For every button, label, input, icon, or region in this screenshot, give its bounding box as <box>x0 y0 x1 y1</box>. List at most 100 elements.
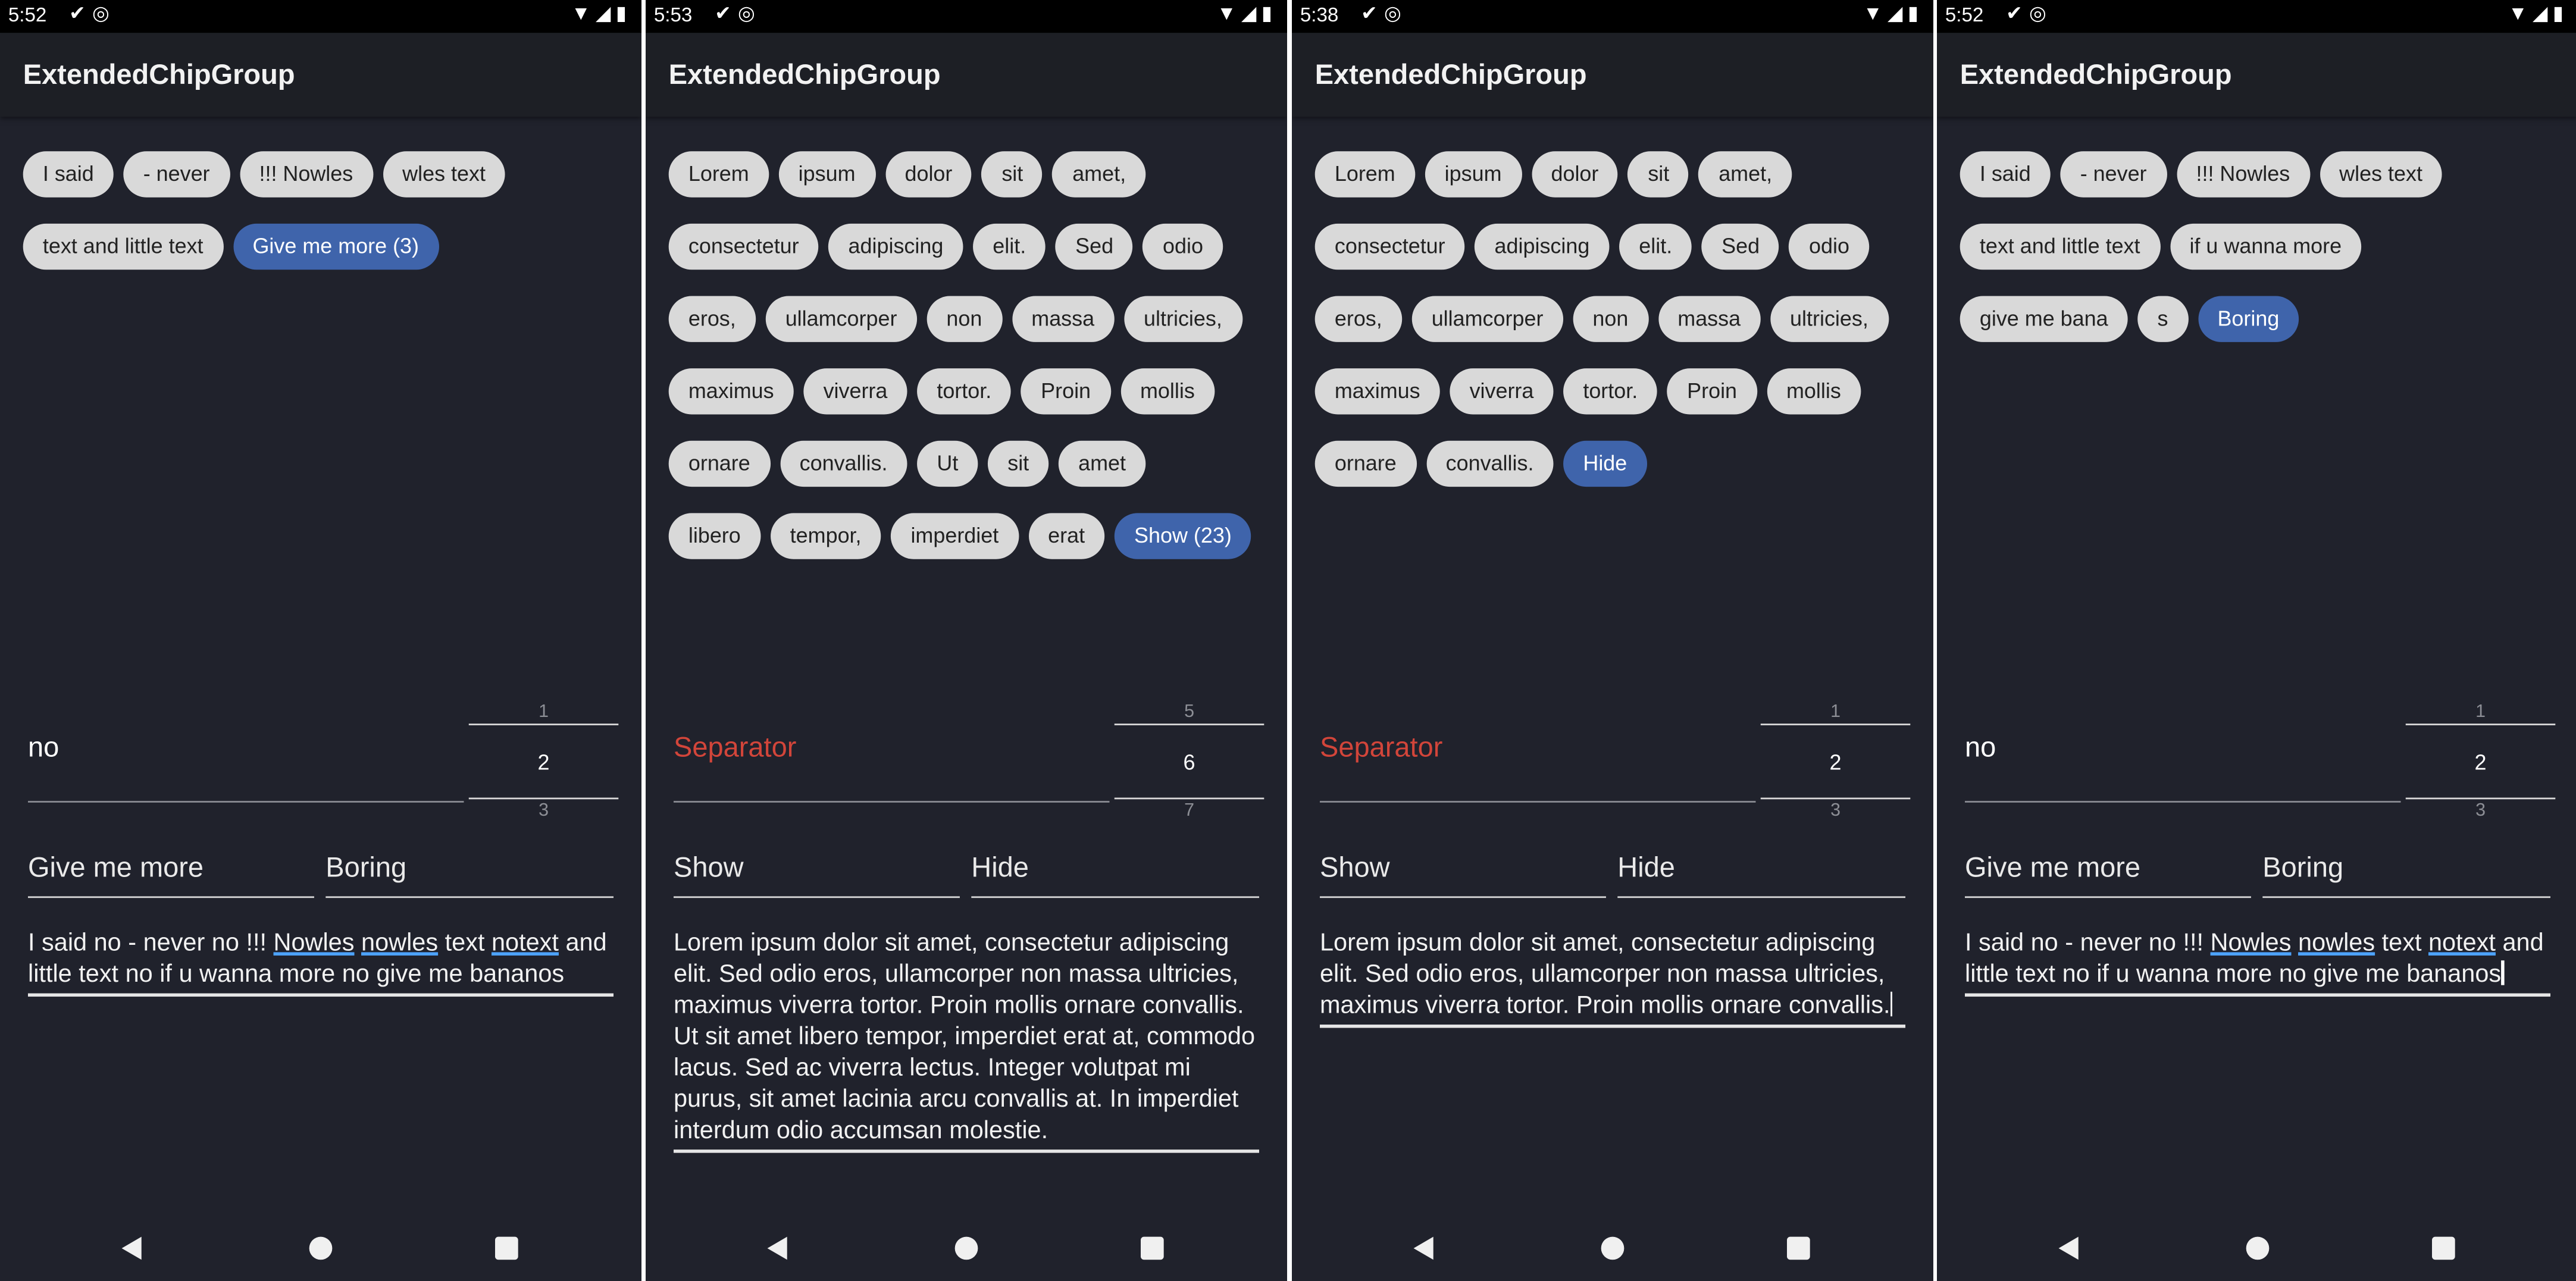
chip[interactable]: ultricies, <box>1123 296 1242 342</box>
chip[interactable]: imperdiet <box>891 513 1019 559</box>
chip[interactable]: Sed <box>1055 223 1134 270</box>
chip[interactable]: Lorem <box>1314 151 1415 198</box>
chip[interactable]: wles text <box>2319 151 2443 198</box>
chip[interactable]: ultricies, <box>1770 296 1889 342</box>
chip[interactable]: eros, <box>1314 296 1402 342</box>
chip[interactable]: consectetur <box>1314 223 1465 270</box>
less-label-input[interactable]: Hide <box>1617 852 1906 898</box>
expand-toggle-chip[interactable]: Give me more (3) <box>233 223 439 270</box>
source-text-input[interactable]: Lorem ipsum dolor sit amet, consectetur … <box>673 928 1260 1153</box>
recents-icon[interactable] <box>2431 1236 2455 1260</box>
chip[interactable]: ipsum <box>778 151 875 198</box>
chip[interactable]: odio <box>1789 223 1870 270</box>
separator-input[interactable]: no <box>27 732 464 803</box>
home-icon[interactable] <box>954 1236 978 1260</box>
chip[interactable]: text and little text <box>23 223 223 270</box>
chip[interactable]: libero <box>668 513 760 559</box>
chip[interactable]: sit <box>1628 151 1689 198</box>
chip[interactable]: massa <box>1012 296 1115 342</box>
chip[interactable]: maximus <box>1314 368 1440 415</box>
picker-next[interactable]: 3 <box>2406 801 2556 820</box>
expand-toggle-chip[interactable]: Show (23) <box>1114 513 1251 559</box>
chip[interactable]: dolor <box>885 151 972 198</box>
back-icon[interactable] <box>767 1236 787 1260</box>
chip[interactable]: elit. <box>973 223 1046 270</box>
source-text-input[interactable]: I said no - never no !!! Nowles nowles t… <box>1964 928 2551 997</box>
chip[interactable]: Lorem <box>668 151 769 198</box>
chip[interactable]: odio <box>1143 223 1223 270</box>
picker-prev[interactable]: 1 <box>469 702 619 722</box>
chip[interactable]: elit. <box>1619 223 1692 270</box>
chip[interactable]: Ut <box>917 440 978 487</box>
chip[interactable]: consectetur <box>668 223 819 270</box>
chip[interactable]: mollis <box>1766 368 1861 415</box>
back-icon[interactable] <box>121 1236 142 1260</box>
less-label-input[interactable]: Hide <box>971 852 1260 898</box>
chip[interactable]: !!! Nowles <box>2176 151 2310 198</box>
chip[interactable]: amet, <box>1053 151 1146 198</box>
number-picker[interactable]: 1 2 3 <box>1760 697 1911 829</box>
chip[interactable]: Sed <box>1701 223 1780 270</box>
chip[interactable]: - never <box>2060 151 2167 198</box>
more-label-input[interactable]: Show <box>1319 852 1606 898</box>
recents-icon[interactable] <box>494 1236 518 1260</box>
chip[interactable]: amet <box>1058 440 1146 487</box>
chip[interactable]: adipiscing <box>1475 223 1610 270</box>
chip[interactable]: ornare <box>668 440 770 487</box>
number-picker[interactable]: 5 6 7 <box>1114 697 1264 829</box>
more-label-input[interactable]: Give me more <box>27 852 314 898</box>
number-picker[interactable]: 1 2 3 <box>468 697 619 829</box>
chip[interactable]: viverra <box>803 368 907 415</box>
home-icon[interactable] <box>2246 1236 2270 1260</box>
chip[interactable]: tortor. <box>917 368 1012 415</box>
expand-toggle-chip[interactable]: Boring <box>2198 296 2299 342</box>
chip[interactable]: ullamcorper <box>1411 296 1563 342</box>
number-picker[interactable]: 1 2 3 <box>2405 697 2556 829</box>
chip[interactable]: convallis. <box>780 440 907 487</box>
picker-prev[interactable]: 1 <box>1761 702 1911 722</box>
recents-icon[interactable] <box>1786 1236 1810 1260</box>
chip[interactable]: text and little text <box>1960 223 2160 270</box>
home-icon[interactable] <box>309 1236 333 1260</box>
chip[interactable]: wles text <box>382 151 506 198</box>
chip[interactable]: dolor <box>1531 151 1619 198</box>
chip[interactable]: mollis <box>1120 368 1215 415</box>
chip[interactable]: if u wanna more <box>2170 223 2362 270</box>
separator-input[interactable]: Separator <box>673 732 1110 803</box>
more-label-input[interactable]: Show <box>673 852 960 898</box>
chip[interactable]: adipiscing <box>828 223 963 270</box>
source-text-input[interactable]: Lorem ipsum dolor sit amet, consectetur … <box>1319 928 1906 1028</box>
chip[interactable]: I said <box>23 151 114 198</box>
picker-next[interactable]: 3 <box>469 801 619 820</box>
chip[interactable]: massa <box>1658 296 1761 342</box>
chip[interactable]: non <box>1573 296 1648 342</box>
chip[interactable]: Proin <box>1667 368 1757 415</box>
chip[interactable]: erat <box>1028 513 1105 559</box>
recents-icon[interactable] <box>1140 1236 1164 1260</box>
chip[interactable]: I said <box>1960 151 2051 198</box>
picker-prev[interactable]: 1 <box>2406 702 2556 722</box>
picker-next[interactable]: 3 <box>1761 801 1911 820</box>
expand-toggle-chip[interactable]: Hide <box>1563 440 1647 487</box>
chip[interactable]: !!! Nowles <box>239 151 373 198</box>
chip[interactable]: s <box>2137 296 2188 342</box>
back-icon[interactable] <box>1413 1236 1433 1260</box>
chip[interactable]: amet, <box>1699 151 1792 198</box>
chip[interactable]: sit <box>982 151 1043 198</box>
separator-input[interactable]: no <box>1964 732 2401 803</box>
picker-prev[interactable]: 5 <box>1115 702 1264 722</box>
chip[interactable]: tortor. <box>1563 368 1658 415</box>
less-label-input[interactable]: Boring <box>325 852 614 898</box>
chip[interactable]: convallis. <box>1426 440 1554 487</box>
chip[interactable]: tempor, <box>770 513 881 559</box>
picker-next[interactable]: 7 <box>1115 801 1264 820</box>
chip[interactable]: ullamcorper <box>765 296 917 342</box>
back-icon[interactable] <box>2058 1236 2079 1260</box>
chip[interactable]: ipsum <box>1425 151 1522 198</box>
less-label-input[interactable]: Boring <box>2262 852 2551 898</box>
source-text-input[interactable]: I said no - never no !!! Nowles nowles t… <box>27 928 614 997</box>
chip[interactable]: - never <box>123 151 230 198</box>
chip[interactable]: give me bana <box>1960 296 2128 342</box>
chip[interactable]: eros, <box>668 296 756 342</box>
chip[interactable]: viverra <box>1450 368 1554 415</box>
